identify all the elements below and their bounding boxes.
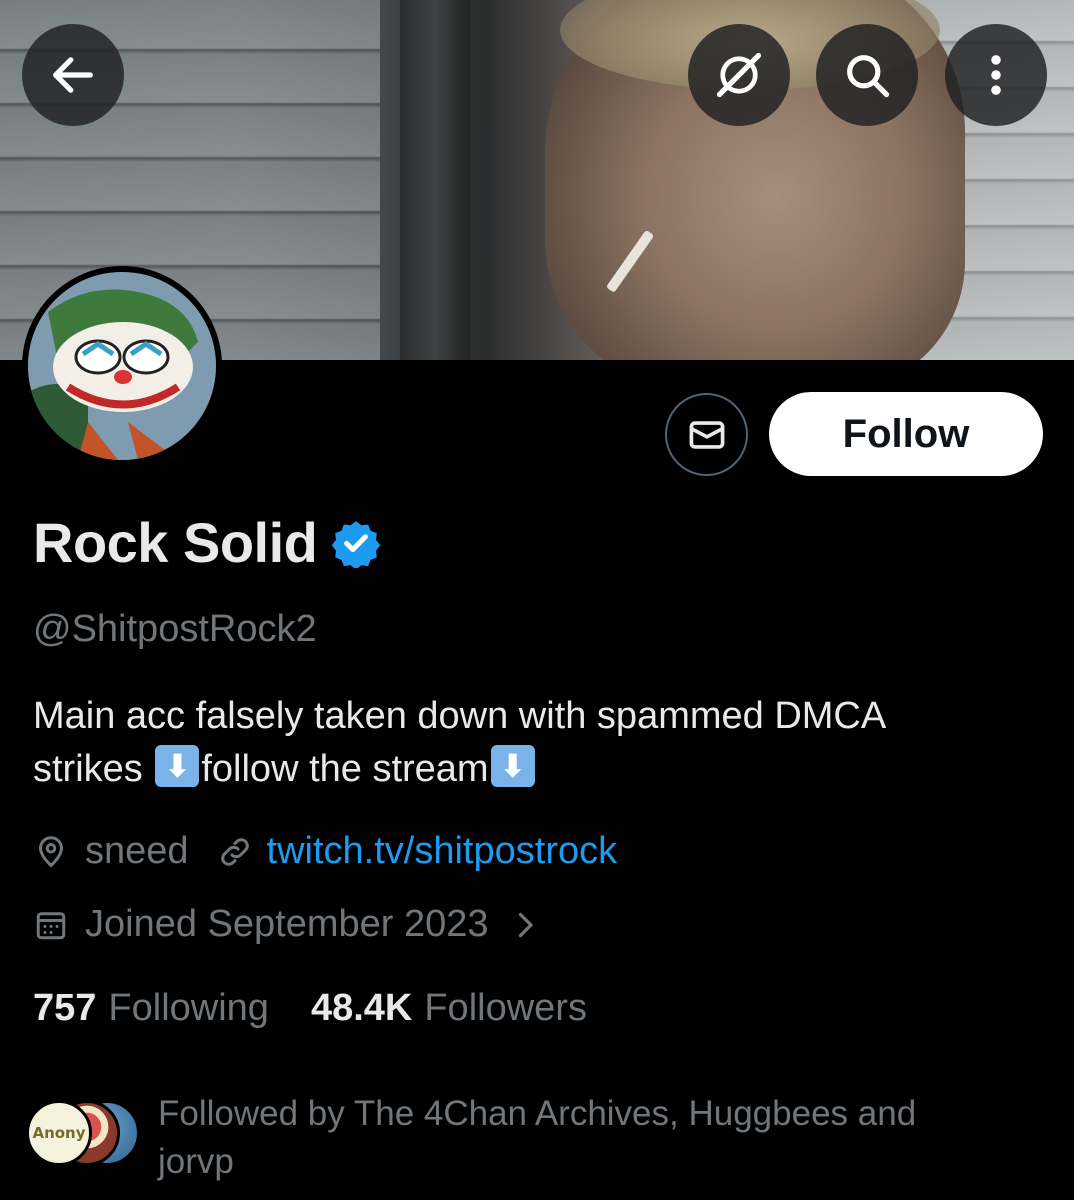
chevron-right-icon: [518, 912, 533, 937]
followed-by-avatars: Anony: [26, 1100, 150, 1180]
envelope-icon: [689, 420, 724, 449]
follower-avatar-text: Anony: [32, 1124, 86, 1142]
down-arrow-emoji-icon: [490, 745, 535, 787]
profile-website-link[interactable]: twitch.tv/shitpostrock: [267, 830, 618, 873]
follower-avatar-1: Anony: [26, 1100, 92, 1166]
back-button[interactable]: [22, 24, 124, 126]
followers-label: Followers: [424, 987, 587, 1029]
followed-by-row[interactable]: Anony Followed by The 4Chan Archives, Hu…: [26, 1090, 998, 1186]
grok-button[interactable]: [688, 24, 790, 126]
profile-avatar[interactable]: [22, 266, 222, 466]
following-label: Following: [108, 987, 269, 1029]
down-arrow-emoji-icon: [155, 745, 200, 787]
bio-line-1: Main acc falsely taken down with spammed…: [33, 695, 887, 737]
location-pin-icon: [38, 835, 64, 868]
profile-handle: @ShitpostRock2: [33, 608, 317, 650]
followed-by-text: Followed by The 4Chan Archives, Huggbees…: [158, 1094, 917, 1181]
avatar-image: [28, 272, 216, 460]
followers-count: 48.4K: [310, 987, 413, 1029]
message-button[interactable]: [665, 393, 748, 476]
link-icon: [220, 837, 249, 866]
profile-meta-location-link: sneed twitch.tv/shitpostrock: [33, 830, 617, 873]
following-stat[interactable]: 757 Following: [33, 987, 269, 1030]
followers-stat[interactable]: 48.4K Followers: [311, 987, 587, 1030]
profile-location: sneed: [85, 830, 189, 872]
profile-joined-date: Joined September 2023: [85, 903, 489, 945]
bio-text-strikes: strikes: [33, 748, 154, 790]
profile-stats: 757 Following 48.4K Followers: [33, 987, 587, 1030]
more-vertical-icon: [991, 55, 1001, 95]
profile-bio: Main acc falsely taken down with spammed…: [33, 690, 1033, 796]
calendar-icon: [36, 911, 66, 939]
profile-joined-row[interactable]: Joined September 2023: [33, 903, 543, 946]
arrow-left-icon: [53, 57, 93, 93]
bio-line-2: strikes follow the stream: [33, 743, 1033, 796]
profile-name-row: Rock Solid: [33, 510, 381, 575]
search-icon: [847, 55, 890, 98]
verified-badge-icon[interactable]: [331, 518, 381, 568]
search-button[interactable]: [816, 24, 918, 126]
more-button[interactable]: [945, 24, 1047, 126]
clown-cat-avatar-art: [28, 272, 216, 460]
following-count: 757: [33, 987, 97, 1029]
profile-name: Rock Solid: [33, 511, 318, 574]
bio-text-follow: follow the stream: [201, 748, 489, 790]
grok-icon: [716, 52, 762, 98]
banner-post: [400, 0, 470, 360]
follow-button[interactable]: Follow: [769, 392, 1043, 476]
